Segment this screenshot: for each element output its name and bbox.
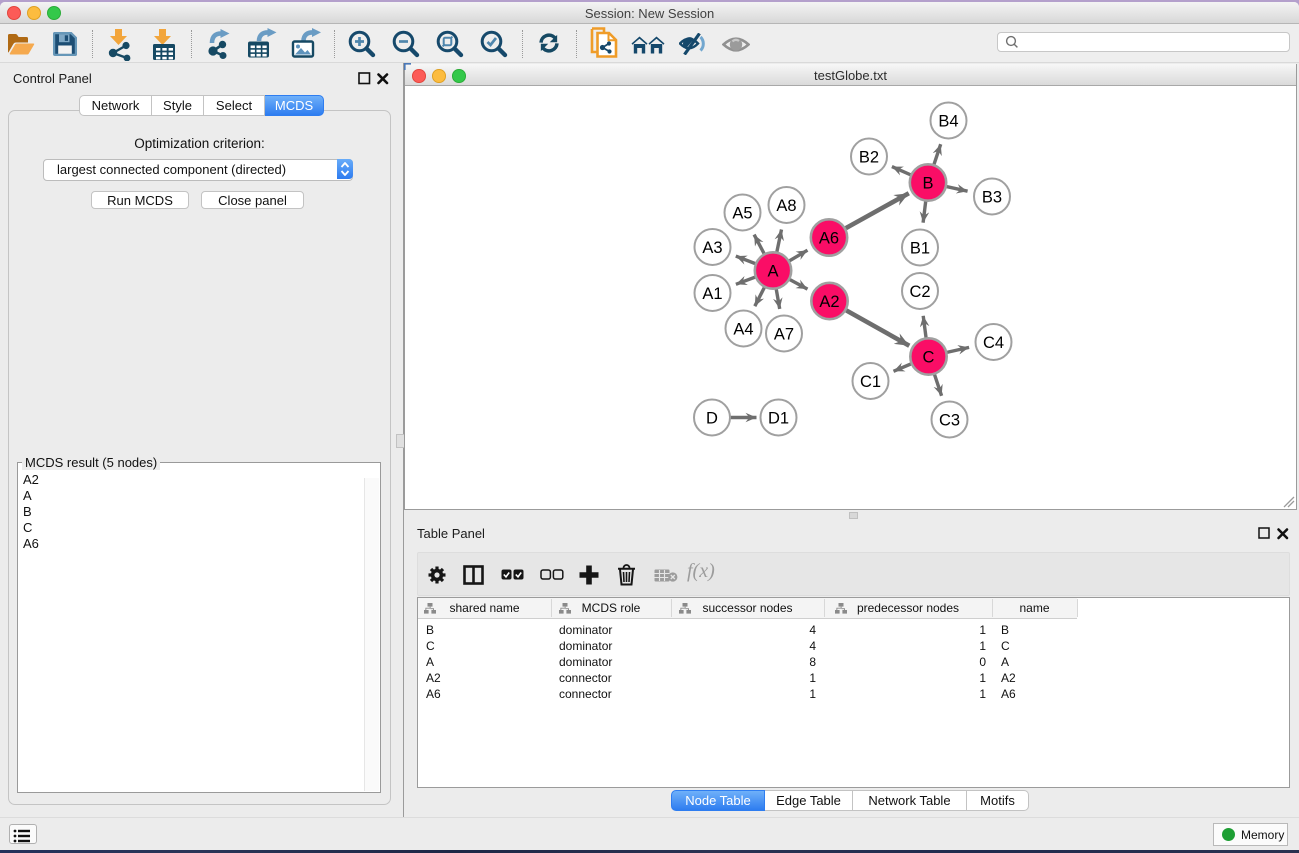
svg-text:B2: B2 [859,149,879,167]
svg-text:A1: A1 [702,285,722,303]
svg-text:A5: A5 [732,205,752,223]
svg-text:B1: B1 [910,240,930,258]
svg-text:A2: A2 [819,293,839,311]
svg-text:C4: C4 [983,334,1004,352]
svg-text:C3: C3 [939,412,960,430]
svg-text:C: C [923,349,935,367]
svg-text:B: B [922,175,933,193]
svg-text:B3: B3 [982,189,1002,207]
svg-text:A6: A6 [819,230,839,248]
svg-text:C1: C1 [860,373,881,391]
svg-text:D: D [706,410,718,428]
svg-text:A7: A7 [774,326,794,344]
svg-text:A3: A3 [702,239,722,257]
svg-text:D1: D1 [768,410,789,428]
svg-text:A4: A4 [733,321,753,339]
svg-text:B4: B4 [938,113,958,131]
svg-text:A: A [767,263,778,281]
svg-text:C2: C2 [909,283,930,301]
svg-text:A8: A8 [776,197,796,215]
